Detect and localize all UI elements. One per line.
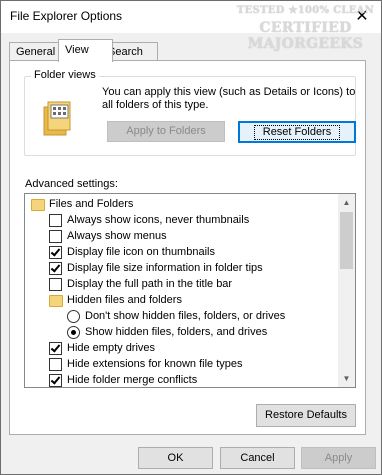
folder-views-icon	[43, 101, 71, 136]
checkmark-icon	[50, 246, 61, 257]
option-label: Always show icons, never thumbnails	[67, 214, 250, 226]
option-label: Hide folder merge conflicts	[67, 374, 198, 386]
option-label: Display the full path in the title bar	[67, 278, 233, 290]
folder-views-description: You can apply this view (such as Details…	[102, 86, 356, 111]
checkmark-icon	[50, 342, 61, 353]
tree-item-label: Files and Folders	[49, 198, 134, 210]
view-tab-panel: Folder views You can apply this view (su…	[9, 60, 366, 435]
folder-icon	[49, 295, 63, 307]
scroll-down-icon[interactable]: ▼	[338, 370, 355, 387]
option-label: Display file icon on thumbnails	[67, 246, 215, 258]
scroll-thumb[interactable]	[340, 212, 353, 269]
radio-dot-icon	[71, 330, 76, 335]
watermark-logo: TESTED ★100% CLEAN CERTIFIED MAJORGEEKS	[233, 5, 378, 67]
vertical-scrollbar[interactable]: ▲ ▼	[338, 194, 355, 387]
option-label: Show hidden files, folders, and drives	[85, 326, 268, 338]
checkbox-checked[interactable]	[49, 374, 62, 387]
folder-icon	[31, 199, 45, 211]
reset-folders-label: Reset Folders	[253, 125, 341, 140]
radio-button[interactable]	[67, 310, 80, 323]
advanced-settings-label: Advanced settings:	[25, 178, 118, 190]
watermark-line-3: MAJORGEEKS	[247, 35, 364, 52]
option-label: Hide empty drives	[67, 342, 156, 354]
checkbox-checked[interactable]	[49, 246, 62, 259]
scroll-up-icon[interactable]: ▲	[338, 194, 355, 211]
radio-button-selected[interactable]	[67, 326, 80, 339]
option-label: Hide extensions for known file types	[67, 358, 243, 370]
folder-views-group: Folder views You can apply this view (su…	[24, 69, 356, 156]
ok-button[interactable]: OK	[138, 447, 213, 469]
checkbox[interactable]	[49, 230, 62, 243]
file-explorer-options-dialog: File Explorer Options ✕ TESTED ★100% CLE…	[0, 0, 382, 475]
cancel-button[interactable]: Cancel	[220, 447, 295, 469]
folder-views-caption: Folder views	[31, 69, 99, 81]
watermark-line-1: TESTED ★100% CLEAN	[236, 5, 375, 16]
checkbox[interactable]	[49, 278, 62, 291]
checkbox-checked[interactable]	[49, 342, 62, 355]
tab-general[interactable]: General	[9, 42, 63, 61]
watermark-line-2: CERTIFIED	[259, 19, 352, 36]
restore-defaults-button[interactable]: Restore Defaults	[256, 404, 356, 427]
tree-item-label: Hidden files and folders	[67, 294, 182, 306]
advanced-settings-tree[interactable]: Files and Folders Always show icons, nev…	[24, 193, 356, 388]
checkmark-icon	[50, 374, 61, 385]
tab-view[interactable]: View	[58, 39, 113, 62]
checkmark-icon	[50, 262, 61, 273]
checkbox[interactable]	[49, 358, 62, 371]
checkbox[interactable]	[49, 214, 62, 227]
option-label: Don't show hidden files, folders, or dri…	[85, 310, 286, 322]
apply-button[interactable]: Apply	[301, 447, 376, 469]
option-label: Display file size information in folder …	[67, 262, 263, 274]
window-title: File Explorer Options	[10, 9, 123, 23]
option-label: Always show menus	[67, 230, 167, 242]
checkbox-checked[interactable]	[49, 262, 62, 275]
reset-folders-button[interactable]: Reset Folders	[238, 121, 356, 143]
apply-to-folders-button[interactable]: Apply to Folders	[107, 121, 225, 142]
